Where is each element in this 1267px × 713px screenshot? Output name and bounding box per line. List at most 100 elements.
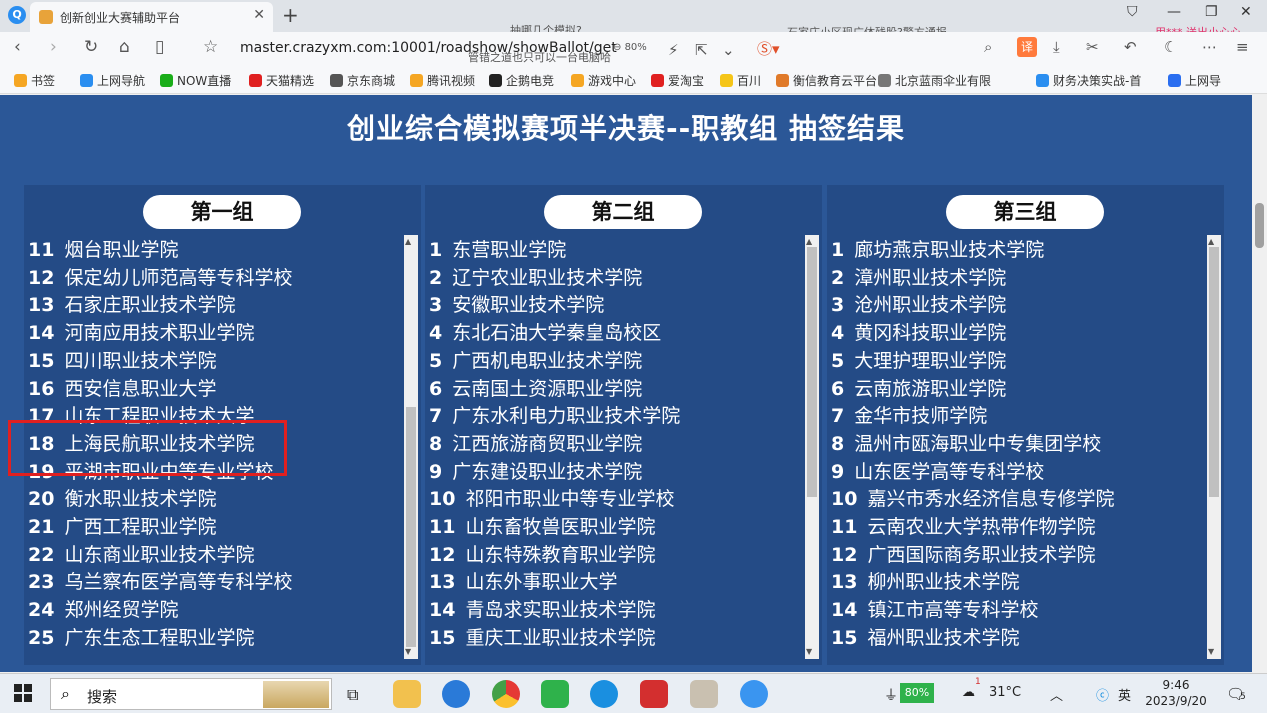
list-scrollbar[interactable]: ▲ ▼ [404, 235, 418, 659]
minimize-button[interactable]: — [1167, 4, 1181, 20]
school-row: 13 石家庄职业技术学院 [28, 290, 235, 317]
list-scrollbar[interactable]: ▲ ▼ [1207, 235, 1221, 659]
school-name: 云南旅游职业学院 [854, 377, 1007, 400]
ime-language[interactable]: 英 [1118, 685, 1131, 704]
download-icon[interactable]: ⤓ [1053, 38, 1060, 56]
taskbar-search[interactable]: ⌕ 搜索 [50, 678, 332, 710]
clock[interactable]: 9:46 2023/9/20 [1143, 677, 1209, 709]
draw-number: 7 [831, 405, 845, 428]
bookmark-item[interactable]: 百川 [720, 72, 761, 89]
page-scrollbar[interactable] [1252, 95, 1267, 672]
scroll-thumb[interactable] [807, 247, 817, 497]
undo-icon[interactable]: ↶ [1124, 38, 1137, 56]
scroll-up-icon[interactable]: ▲ [1208, 237, 1214, 246]
browser-taskbar-icon[interactable] [740, 680, 768, 708]
reload-button[interactable]: ↻ [84, 37, 98, 57]
school-name: 大理护理职业学院 [854, 349, 1007, 372]
task-view-icon[interactable]: ⧉ [347, 685, 358, 705]
scroll-thumb[interactable] [406, 407, 416, 647]
search-engine-icon[interactable]: Ⓢ▾ [757, 38, 780, 59]
moon-icon[interactable]: ☾ [1164, 38, 1177, 56]
draw-number: 15 [831, 626, 858, 649]
scroll-up-icon[interactable]: ▲ [405, 237, 411, 246]
chrome-icon[interactable] [492, 680, 520, 708]
scroll-up-icon[interactable]: ▲ [806, 237, 812, 246]
scissors-icon[interactable]: ✂ [1086, 38, 1099, 56]
draw-number: 13 [28, 294, 55, 317]
bookmark-item[interactable]: 天猫精选 [249, 72, 314, 89]
school-row: 8 温州市瓯海职业中专集团学校 [831, 429, 1101, 456]
bookmark-label: 书签 [31, 74, 56, 88]
bookmark-label: 腾讯视频 [427, 74, 476, 88]
scroll-thumb[interactable] [1209, 247, 1219, 497]
school-row: 16 西安信息职业大学 [28, 374, 216, 401]
bookmark-item[interactable]: 北京蓝雨伞业有限 [878, 72, 991, 89]
bookmark-item[interactable]: 上网导 [1168, 72, 1221, 89]
tab-strip: Q 创新创业大赛辅助平台 ✕ + 抽哪几个模拟? 石家庄小区现广体残股?警方通报… [0, 0, 1267, 39]
draw-number: 11 [831, 516, 858, 538]
draw-number: 21 [28, 516, 55, 538]
school-name: 广西工程职业学院 [64, 516, 217, 538]
bookmark-icon [249, 74, 262, 87]
school-row: 20 衡水职业技术学院 [28, 484, 216, 511]
bookmark-item[interactable]: 游戏中心 [571, 72, 636, 89]
tab-close-icon[interactable]: ✕ [253, 7, 265, 23]
browser-logo-icon[interactable]: Q [8, 6, 26, 24]
reading-mode-icon[interactable]: ▯ [155, 37, 164, 57]
app-icon[interactable] [640, 680, 668, 708]
list-scrollbar[interactable]: ▲ ▼ [805, 235, 819, 659]
bookmark-item[interactable]: 衡信教育云平台 [776, 72, 877, 89]
bookmark-item[interactable]: 腾讯视频 [410, 72, 475, 89]
wechat-work-icon[interactable] [541, 680, 569, 708]
avatar-icon[interactable] [690, 680, 718, 708]
scroll-down-icon[interactable]: ▼ [405, 647, 411, 656]
draw-number: 4 [831, 322, 845, 345]
bookmark-item[interactable]: 书签 [14, 72, 55, 89]
url-bar[interactable]: master.crazyxm.com:10001/roadshow/showBa… [230, 35, 740, 64]
school-name: 烟台职业学院 [64, 239, 179, 261]
tab-active[interactable]: 创新创业大赛辅助平台 ✕ [30, 2, 273, 32]
bookmark-item[interactable]: 财务决策实战-首 [1036, 72, 1141, 89]
lightning-icon[interactable]: ⚡ [668, 41, 679, 59]
ime-icon[interactable]: ⓒ [1096, 685, 1109, 704]
more-icon[interactable]: ⋯ [1202, 38, 1217, 56]
translate-icon[interactable]: 译 [1017, 37, 1037, 57]
forward-button[interactable]: › [50, 37, 57, 57]
share-icon[interactable]: ⇱ [695, 41, 708, 59]
bookmark-item[interactable]: 爱淘宝 [651, 72, 704, 89]
tray-expand-icon[interactable]: ︿ [1050, 685, 1063, 704]
bookmark-icon [720, 74, 733, 87]
search-icon[interactable]: ⌕ [984, 38, 992, 56]
home-button[interactable]: ⌂ [119, 37, 130, 57]
bookmark-item[interactable]: 京东商城 [330, 72, 395, 89]
weather-icon[interactable]: ☁ [962, 685, 975, 700]
menu-icon[interactable]: ≡ [1236, 38, 1249, 56]
close-window-button[interactable]: ✕ [1240, 4, 1252, 20]
school-row: 21 广西工程职业学院 [28, 512, 216, 539]
weather-badge: 1 [975, 677, 981, 687]
battery-indicator[interactable]: 80% [900, 683, 934, 703]
scroll-down-icon[interactable]: ▼ [1208, 647, 1214, 656]
school-name: 石家庄职业技术学院 [64, 294, 236, 317]
scroll-down-icon[interactable]: ▼ [806, 647, 812, 656]
edge-icon[interactable] [590, 680, 618, 708]
restore-button[interactable]: ❐ [1205, 4, 1218, 20]
dropdown-icon[interactable]: ⌄ [722, 41, 735, 59]
bookmark-label: 北京蓝雨伞业有限 [895, 74, 992, 88]
group-title: 第二组 [544, 195, 702, 229]
bookmark-item[interactable]: NOW直播 [160, 72, 231, 89]
page-scroll-thumb[interactable] [1255, 203, 1264, 248]
bookmark-star-icon[interactable]: ☆ [203, 37, 218, 57]
ie-browser-icon[interactable] [442, 680, 470, 708]
zoom-level[interactable]: ⊖ 80% [613, 42, 647, 53]
file-explorer-icon[interactable] [393, 680, 421, 708]
new-tab-button[interactable]: + [282, 3, 299, 27]
draw-number: 14 [429, 599, 456, 622]
bookmark-label: 京东商城 [347, 74, 396, 88]
shirt-icon[interactable]: ⛉ [1127, 4, 1138, 20]
back-button[interactable]: ‹ [14, 37, 21, 57]
windows-start-icon[interactable] [14, 684, 32, 702]
bookmark-item[interactable]: 企鹅电竞 [489, 72, 554, 89]
draw-number: 9 [429, 460, 443, 483]
bookmark-item[interactable]: 上网导航 [80, 72, 145, 89]
